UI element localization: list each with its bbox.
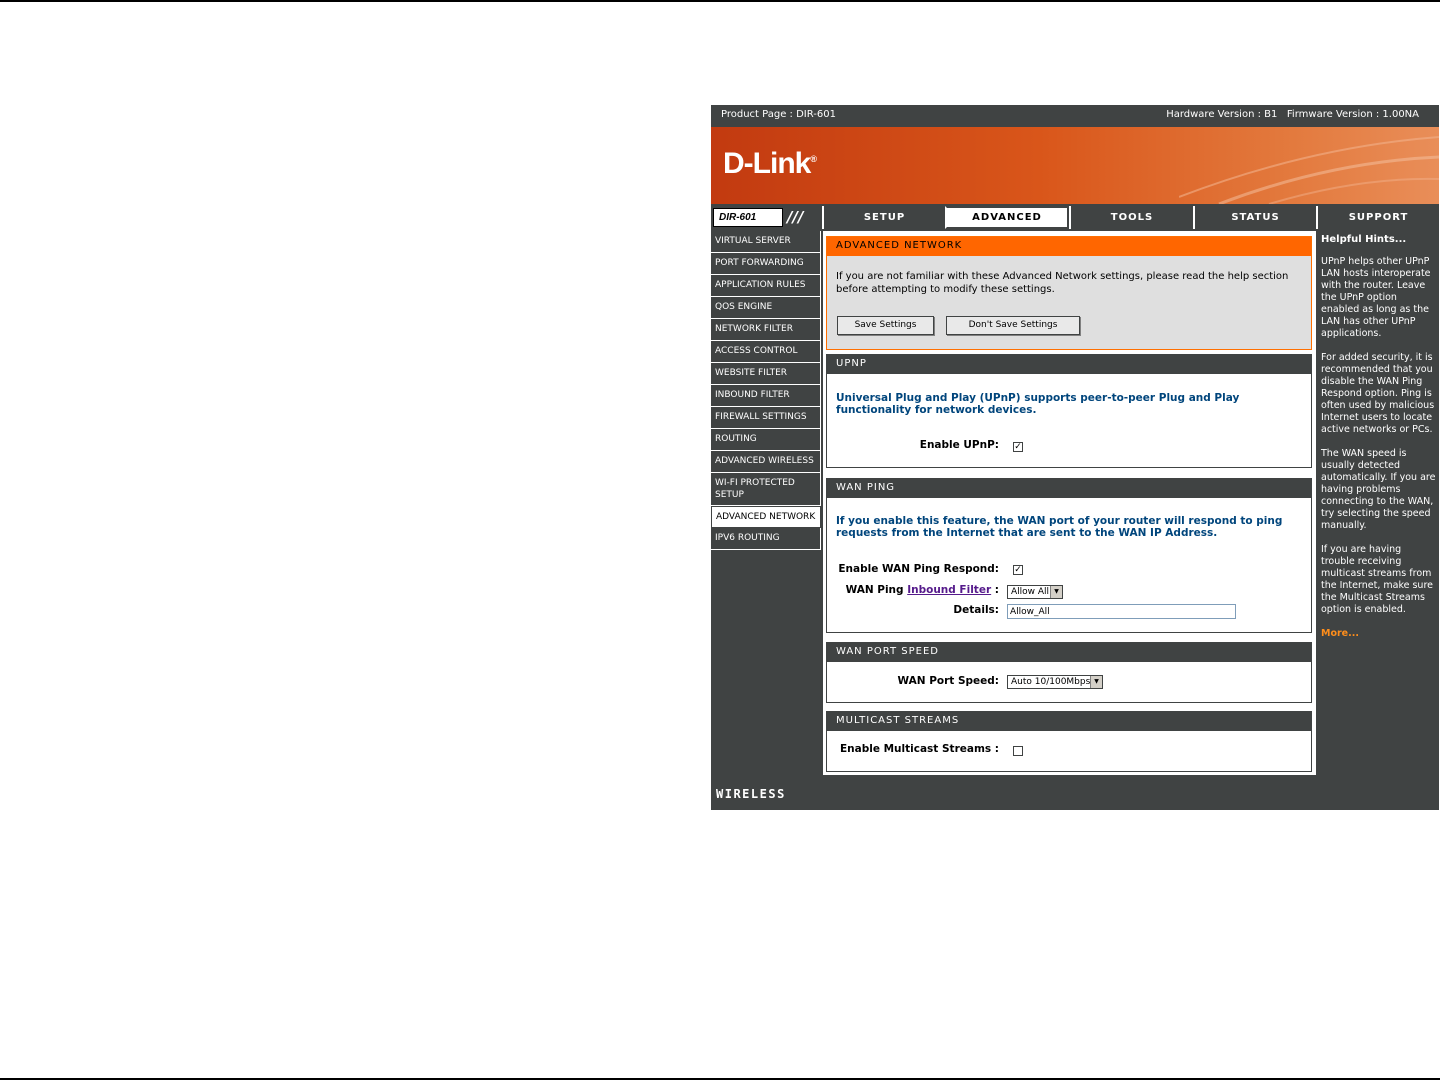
sidebar-item-inbound-filter[interactable]: INBOUND FILTER — [711, 385, 821, 407]
sidebar-item-network-filter[interactable]: NETWORK FILTER — [711, 319, 821, 341]
dlink-logo: D-Link® — [723, 147, 817, 181]
sidebar-item-ipv6-routing[interactable]: IPV6 ROUTING — [711, 528, 821, 550]
main-content: ADVANCED NETWORK If you are not familiar… — [823, 231, 1316, 775]
router-admin-page: Product Page : DIR-601 Hardware Version … — [711, 105, 1439, 810]
banner-swoosh-icon — [1179, 136, 1439, 204]
wan-ping-section: WAN PING If you enable this feature, the… — [826, 478, 1312, 633]
upnp-section: UPNP Universal Plug and Play (UPnP) supp… — [826, 354, 1312, 468]
sidebar-item-firewall-settings[interactable]: FIREWALL SETTINGS — [711, 407, 821, 429]
section-title: WAN PORT SPEED — [827, 643, 1311, 662]
wan-ping-filter-label: WAN Ping Inbound Filter : — [846, 584, 999, 596]
sidebar-item-advanced-wireless[interactable]: ADVANCED WIRELESS — [711, 451, 821, 473]
sidebar-item-application-rules[interactable]: APPLICATION RULES — [711, 275, 821, 297]
port-speed-value: Auto 10/100Mbps — [1011, 677, 1091, 687]
chevron-down-icon: ▼ — [1050, 586, 1062, 598]
sidebar-item-virtual-server[interactable]: VIRTUAL SERVER — [711, 231, 821, 253]
hint-paragraph: If you are having trouble receiving mult… — [1321, 544, 1433, 615]
wan-ping-filter-select[interactable]: Allow All ▼ — [1007, 585, 1063, 599]
sidebar-item-access-control[interactable]: ACCESS CONTROL — [711, 341, 821, 363]
top-info-bar: Product Page : DIR-601 Hardware Version … — [711, 105, 1439, 125]
hints-title: Helpful Hints... — [1321, 234, 1407, 245]
section-title: MULTICAST STREAMS — [827, 712, 1311, 731]
trademark-mark: ® — [810, 154, 817, 164]
tab-setup[interactable]: SETUP — [822, 206, 945, 229]
enable-multicast-checkbox[interactable] — [1013, 746, 1023, 756]
sidebar-nav: VIRTUAL SERVER PORT FORWARDING APPLICATI… — [711, 231, 821, 550]
tab-tools[interactable]: TOOLS — [1069, 206, 1193, 229]
section-title: ADVANCED NETWORK — [827, 237, 1311, 256]
hint-paragraph: The WAN speed is usually detected automa… — [1321, 448, 1436, 531]
sidebar-item-advanced-network[interactable]: ADVANCED NETWORK — [711, 506, 821, 528]
brand-banner: D-Link® — [711, 127, 1439, 204]
enable-multicast-label: Enable Multicast Streams : — [839, 743, 999, 755]
product-page-label: Product Page : DIR-601 — [721, 109, 836, 120]
wan-port-speed-label: WAN Port Speed: — [897, 675, 999, 687]
page-bottom-rule — [0, 1078, 1440, 1080]
wan-ping-description: If you enable this feature, the WAN port… — [836, 515, 1283, 539]
model-cell: DIR-601 /// — [711, 206, 821, 229]
tab-status[interactable]: STATUS — [1193, 206, 1316, 229]
sidebar-item-port-forwarding[interactable]: PORT FORWARDING — [711, 253, 821, 275]
enable-wan-ping-checkbox[interactable]: ✓ — [1013, 565, 1023, 575]
section-title: UPNP — [827, 355, 1311, 374]
advanced-network-intro: ADVANCED NETWORK If you are not familiar… — [826, 236, 1312, 350]
model-label: DIR-601 — [713, 208, 783, 227]
details-input[interactable] — [1007, 604, 1236, 619]
version-info: Hardware Version : B1 Firmware Version :… — [1166, 109, 1419, 120]
dont-save-settings-button[interactable]: Don't Save Settings — [946, 316, 1080, 335]
multicast-streams-section: MULTICAST STREAMS Enable Multicast Strea… — [826, 711, 1312, 772]
wan-port-speed-section: WAN PORT SPEED WAN Port Speed: Auto 10/1… — [826, 642, 1312, 703]
wireless-logo: WIRELESS — [716, 787, 786, 801]
enable-upnp-checkbox[interactable]: ✓ — [1013, 442, 1023, 452]
details-label: Details: — [953, 604, 999, 616]
enable-upnp-label: Enable UPnP: — [919, 439, 999, 451]
intro-text: If you are not familiar with these Advan… — [836, 271, 1289, 295]
sidebar-item-routing[interactable]: ROUTING — [711, 429, 821, 451]
tab-advanced[interactable]: ADVANCED — [945, 206, 1069, 229]
footer-bar: WIRELESS — [711, 777, 1439, 810]
wan-port-speed-select[interactable]: Auto 10/100Mbps ▼ — [1007, 675, 1103, 689]
hint-paragraph: UPnP helps other UPnP LAN hosts interope… — [1321, 256, 1431, 339]
tab-support[interactable]: SUPPORT — [1316, 206, 1439, 229]
helpful-hints-panel: Helpful Hints... UPnP helps other UPnP L… — [1318, 231, 1439, 775]
sidebar-item-website-filter[interactable]: WEBSITE FILTER — [711, 363, 821, 385]
upnp-description: Universal Plug and Play (UPnP) supports … — [836, 392, 1240, 416]
chevron-down-icon: ▼ — [1090, 676, 1102, 688]
filter-suffix: : — [994, 584, 999, 596]
enable-wan-ping-label: Enable WAN Ping Respond: — [838, 563, 999, 575]
sidebar-item-wifi-protected-setup[interactable]: WI-FI PROTECTED SETUP — [711, 473, 821, 506]
sidebar-item-qos-engine[interactable]: QOS ENGINE — [711, 297, 821, 319]
save-settings-button[interactable]: Save Settings — [837, 316, 934, 335]
filter-prefix: WAN Ping — [845, 584, 904, 596]
filter-select-value: Allow All — [1011, 587, 1050, 597]
logo-text: D-Link — [723, 147, 811, 180]
top-tabs: SETUP ADVANCED TOOLS STATUS SUPPORT — [822, 206, 1439, 229]
model-slashes-icon: /// — [787, 208, 804, 226]
page-top-rule — [0, 0, 1440, 2]
section-title: WAN PING — [827, 479, 1311, 498]
hint-paragraph: For added security, it is recommended th… — [1321, 352, 1435, 435]
hints-more-link[interactable]: More... — [1321, 628, 1359, 639]
inbound-filter-link[interactable]: Inbound Filter — [907, 584, 991, 596]
